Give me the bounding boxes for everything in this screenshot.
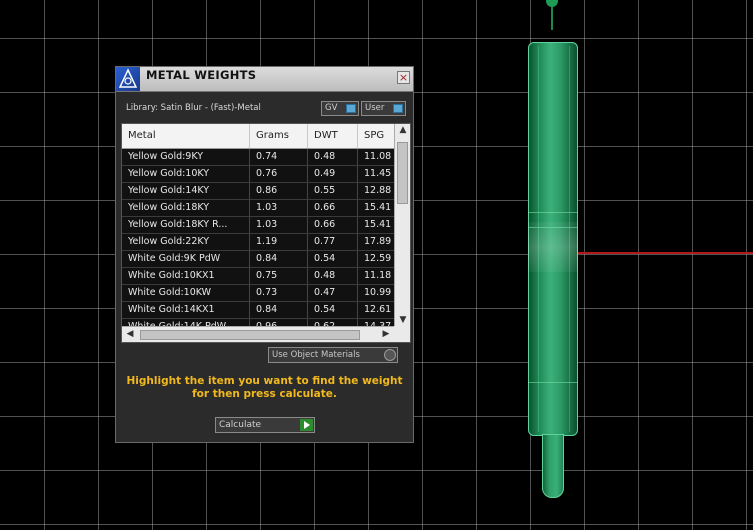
cell-metal: White Gold:9K PdW	[122, 251, 250, 267]
app-logo-icon	[116, 67, 140, 91]
close-icon[interactable]: ×	[397, 71, 410, 84]
toggle-indicator-icon	[346, 104, 356, 113]
user-toggle-label: User	[365, 103, 385, 113]
ring-edge-line	[528, 227, 578, 228]
ring-highlight-band	[528, 222, 578, 272]
radio-icon	[384, 349, 396, 361]
cell-grams: 0.84	[250, 302, 308, 318]
cell-metal: Yellow Gold:18KY R...	[122, 217, 250, 233]
user-toggle[interactable]: User	[361, 101, 406, 116]
instruction-line-1: Highlight the item you want to find the …	[126, 375, 403, 387]
table-row[interactable]: Yellow Gold:18KY 1.03 0.66 15.41	[122, 200, 398, 217]
scrollbar-corner	[394, 326, 410, 342]
cell-metal: White Gold:14KX1	[122, 302, 250, 318]
cell-spg: 12.61	[358, 302, 398, 318]
cell-dwt: 0.54	[308, 251, 358, 267]
cell-dwt: 0.66	[308, 217, 358, 233]
table-header: Metal Grams DWT SPG	[122, 124, 398, 149]
cell-spg: 11.45	[358, 166, 398, 182]
scroll-right-icon[interactable]: ▶	[378, 329, 394, 339]
metal-weights-panel: METAL WEIGHTS × Library: Satin Blur - (F…	[115, 66, 414, 443]
table-row[interactable]: Yellow Gold:14KY 0.86 0.55 12.88	[122, 183, 398, 200]
cell-metal: White Gold:10KX1	[122, 268, 250, 284]
ring-edge-line	[528, 212, 578, 213]
cell-metal: Yellow Gold:10KY	[122, 166, 250, 182]
metal-table[interactable]: Metal Grams DWT SPG Yellow Gold:9KY 0.74 0…	[121, 123, 411, 343]
instruction-line-2: for then press calculate.	[192, 388, 337, 400]
table-row[interactable]: White Gold:10KW 0.73 0.47 10.99	[122, 285, 398, 302]
cell-dwt: 0.77	[308, 234, 358, 250]
ring-stem-model[interactable]	[542, 434, 564, 498]
use-object-materials-toggle[interactable]: Use Object Materials	[268, 347, 398, 363]
cell-spg: 10.99	[358, 285, 398, 301]
column-header-spg[interactable]: SPG	[358, 124, 398, 148]
cell-dwt: 0.54	[308, 302, 358, 318]
cell-dwt: 0.49	[308, 166, 358, 182]
horizontal-scroll-thumb[interactable]	[140, 330, 360, 340]
play-icon	[300, 419, 313, 431]
cell-metal: White Gold:10KW	[122, 285, 250, 301]
cell-metal: Yellow Gold:14KY	[122, 183, 250, 199]
table-row[interactable]: White Gold:10KX1 0.75 0.48 11.18	[122, 268, 398, 285]
column-header-dwt[interactable]: DWT	[308, 124, 358, 148]
cell-spg: 12.88	[358, 183, 398, 199]
cell-spg: 12.59	[358, 251, 398, 267]
cell-grams: 0.84	[250, 251, 308, 267]
calculate-label: Calculate	[219, 420, 262, 430]
cell-spg: 11.08	[358, 149, 398, 165]
library-label: Library: Satin Blur - (Fast)-Metal	[126, 103, 261, 113]
title-bar[interactable]: METAL WEIGHTS ×	[116, 67, 413, 92]
cell-spg: 17.89	[358, 234, 398, 250]
gv-toggle[interactable]: GV	[321, 101, 359, 116]
cell-metal: Yellow Gold:9KY	[122, 149, 250, 165]
scroll-left-icon[interactable]: ◀	[122, 329, 138, 339]
cell-dwt: 0.55	[308, 183, 358, 199]
cell-grams: 1.19	[250, 234, 308, 250]
cell-dwt: 0.66	[308, 200, 358, 216]
cell-dwt: 0.48	[308, 268, 358, 284]
scroll-up-icon[interactable]: ▲	[395, 125, 410, 135]
table-row[interactable]: Yellow Gold:22KY 1.19 0.77 17.89	[122, 234, 398, 251]
cell-spg: 15.41	[358, 200, 398, 216]
cell-grams: 0.75	[250, 268, 308, 284]
gv-toggle-label: GV	[325, 103, 338, 113]
toggle-indicator-icon	[393, 104, 403, 113]
ring-edge-line	[528, 382, 578, 383]
cell-dwt: 0.47	[308, 285, 358, 301]
cell-dwt: 0.48	[308, 149, 358, 165]
vertical-scroll-thumb[interactable]	[397, 142, 408, 204]
table-row[interactable]: Yellow Gold:18KY R... 1.03 0.66 15.41	[122, 217, 398, 234]
table-body: Yellow Gold:9KY 0.74 0.48 11.08 Yellow Gold:…	[122, 149, 398, 336]
column-header-grams[interactable]: Grams	[250, 124, 308, 148]
table-row[interactable]: Yellow Gold:10KY 0.76 0.49 11.45	[122, 166, 398, 183]
cell-grams: 0.86	[250, 183, 308, 199]
cell-grams: 0.76	[250, 166, 308, 182]
cell-metal: Yellow Gold:18KY	[122, 200, 250, 216]
table-row[interactable]: White Gold:14KX1 0.84 0.54 12.61	[122, 302, 398, 319]
column-header-metal[interactable]: Metal	[122, 124, 250, 148]
horizontal-scrollbar[interactable]: ◀ ▶	[122, 326, 394, 342]
cell-spg: 11.18	[358, 268, 398, 284]
calculate-button[interactable]: Calculate	[215, 417, 315, 433]
cell-grams: 0.74	[250, 149, 308, 165]
use-object-materials-label: Use Object Materials	[272, 350, 360, 360]
table-row[interactable]: White Gold:9K PdW 0.84 0.54 12.59	[122, 251, 398, 268]
instruction-text: Highlight the item you want to find the …	[116, 375, 413, 401]
vertical-scrollbar[interactable]: ▲ ▼	[394, 124, 410, 326]
cell-spg: 15.41	[358, 217, 398, 233]
cell-grams: 0.73	[250, 285, 308, 301]
cell-metal: Yellow Gold:22KY	[122, 234, 250, 250]
x-axis-line	[578, 252, 753, 254]
scroll-down-icon[interactable]: ▼	[395, 315, 410, 325]
ring-model[interactable]	[528, 42, 578, 436]
panel-title: METAL WEIGHTS	[146, 68, 257, 82]
table-row[interactable]: Yellow Gold:9KY 0.74 0.48 11.08	[122, 149, 398, 166]
cell-grams: 1.03	[250, 217, 308, 233]
cell-grams: 1.03	[250, 200, 308, 216]
